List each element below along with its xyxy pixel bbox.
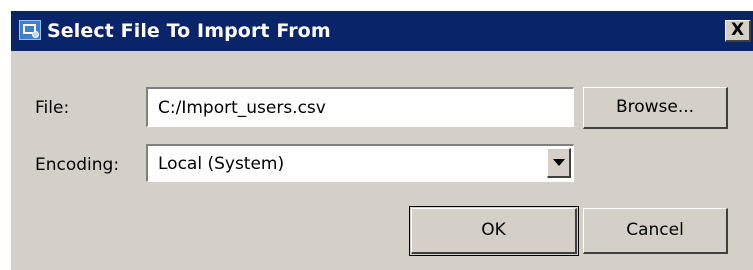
chevron-down-icon[interactable] bbox=[547, 148, 571, 178]
file-label: File: bbox=[35, 98, 70, 118]
file-path-input[interactable] bbox=[146, 87, 574, 127]
close-button[interactable]: X bbox=[725, 20, 751, 42]
dialog-title: Select File To Import From bbox=[47, 20, 331, 42]
cancel-button[interactable]: Cancel bbox=[583, 208, 728, 254]
import-file-dialog: Select File To Import From X File: Brows… bbox=[10, 10, 753, 270]
encoding-selected-value: Local (System) bbox=[158, 154, 285, 174]
title-bar: Select File To Import From X bbox=[11, 11, 753, 51]
encoding-select[interactable]: Local (System) bbox=[146, 144, 574, 182]
encoding-label: Encoding: bbox=[35, 155, 120, 175]
ok-button[interactable]: OK bbox=[409, 206, 579, 256]
import-window-icon bbox=[19, 20, 41, 40]
browse-button[interactable]: Browse... bbox=[583, 87, 728, 129]
